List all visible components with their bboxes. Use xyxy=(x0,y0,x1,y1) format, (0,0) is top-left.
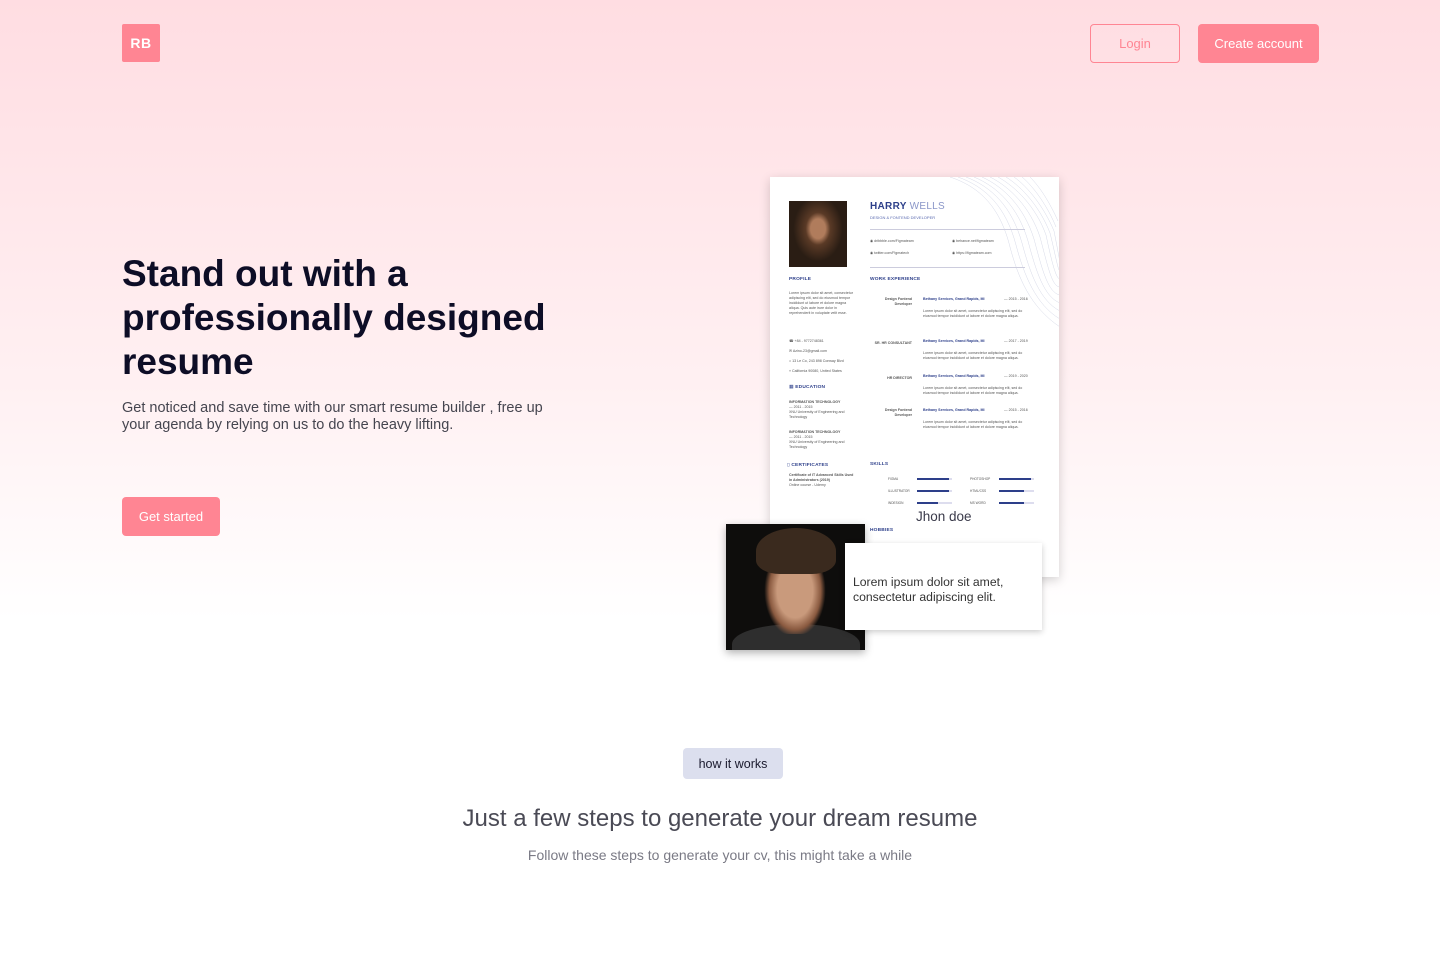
divider xyxy=(870,229,1025,230)
steps-title: Just a few steps to generate your dream … xyxy=(462,805,978,832)
skill-bar-fill xyxy=(999,490,1024,492)
skill-label: HTML/CSS xyxy=(970,489,987,493)
resume-photo xyxy=(789,201,847,267)
work-role: Design Fontend Developer xyxy=(884,297,912,306)
skills-heading: SKILLS xyxy=(870,462,889,467)
skill-label: INDESIGN xyxy=(888,501,904,505)
hero-subtitle: Get noticed and save time with our smart… xyxy=(122,400,543,433)
skill-bar-fill xyxy=(917,478,949,480)
email: ✉ Azino-23@gmail.com xyxy=(789,349,828,353)
work-text: Lorem ipsum dolor sit amet, consectetur … xyxy=(923,420,1023,429)
address-2: ⌖ California 90080, United States xyxy=(789,369,842,373)
profile-heading: PROFILE xyxy=(789,277,812,282)
work-text: Lorem ipsum dolor sit amet, consectetur … xyxy=(923,351,1023,360)
work-company: Bethany Services, Grand Rapids, MI xyxy=(923,374,985,378)
certificate-item: Certificate of IT Advanced Skills Used i… xyxy=(789,473,854,487)
create-account-button[interactable]: Create account xyxy=(1198,24,1319,63)
skill-bar-fill xyxy=(999,502,1024,504)
skill-bar xyxy=(999,490,1034,492)
skill-bar xyxy=(999,502,1034,504)
work-role: Design Fontend Developer xyxy=(884,408,912,417)
work-company: Bethany Services, Grand Rapids, MI xyxy=(923,408,985,412)
get-started-button[interactable]: Get started xyxy=(122,497,220,536)
resume-role: DESIGN & FONTEND DEVELOPER xyxy=(870,215,936,220)
login-button[interactable]: Login xyxy=(1090,24,1180,63)
contact-4: ◉ https://figmateam.com xyxy=(952,251,992,255)
education-item: INFORMATION TECHNOLOGY — 2011 - 2015 XNU U… xyxy=(789,430,845,449)
contact-1: ◉ dribbble.com/Figmateam xyxy=(870,239,914,243)
skill-bar-fill xyxy=(917,502,938,504)
work-text: Lorem ipsum dolor sit amet, consectetur … xyxy=(923,309,1023,318)
work-years: — 2015 - 2016 xyxy=(1004,297,1028,301)
skill-bar xyxy=(917,490,952,492)
skill-label: PHOTOSHOP xyxy=(970,477,991,481)
resume-preview: HARRY WELLS DESIGN & FONTEND DEVELOPER ◉… xyxy=(770,177,1059,577)
work-years: — 2017 - 2019 xyxy=(1004,339,1028,343)
work-role: HR DIRECTOR xyxy=(887,376,912,380)
steps-subtitle: Follow these steps to generate your cv, … xyxy=(527,847,913,863)
how-it-works-badge: how it works xyxy=(683,748,783,779)
education-heading: ▦ EDUCATION xyxy=(789,385,826,390)
profile-text: Lorem ipsum dolor sit amet, consectetur … xyxy=(789,291,853,315)
skill-bar xyxy=(999,478,1034,480)
work-heading: WORK EXPERIENCE xyxy=(870,277,921,282)
skill-label: MS WORD xyxy=(970,501,986,505)
work-years: — 2015 - 2016 xyxy=(1004,408,1028,412)
divider xyxy=(870,267,1025,268)
work-company: Bethany Services, Grand Rapids, MI xyxy=(923,297,985,301)
skill-bar-fill xyxy=(917,490,949,492)
hobbies-heading: HOBBIES xyxy=(870,528,894,533)
address-1: ⌂ 13 Le Co, 243 898 Conway Blvd xyxy=(789,359,844,363)
work-text: Lorem ipsum dolor sit amet, consectetur … xyxy=(923,386,1023,395)
resume-name: HARRY WELLS xyxy=(870,201,946,212)
phone: ☎ +84 - 9772748361 xyxy=(789,339,824,343)
hero-title: Stand out with a professionally designed… xyxy=(122,253,546,382)
skill-label: ILLUSTRATOR xyxy=(888,489,910,493)
skill-bar-fill xyxy=(999,478,1031,480)
skill-bar xyxy=(917,502,952,504)
certificates-heading: ▯ CERTIFICATES xyxy=(787,463,829,468)
contact-2: ◉ behance.net/figmateam xyxy=(952,239,994,243)
work-company: Bethany Services, Grand Rapids, MI xyxy=(923,339,985,343)
work-years: — 2019 - 2020 xyxy=(1004,374,1028,378)
work-role: SR. HR CONSULTANT xyxy=(874,341,912,345)
education-item: INFORMATION TECHNOLOGY — 2011 - 2015 XNU U… xyxy=(789,400,845,419)
skill-bar xyxy=(917,478,952,480)
skill-label: FIGMA xyxy=(888,477,899,481)
card-name: Jhon doe xyxy=(916,509,972,524)
logo[interactable]: RB xyxy=(122,24,160,62)
contact-3: ◉ twitter.com/Figmatech xyxy=(870,251,910,255)
quote-card: Lorem ipsum dolor sit amet, consectetur … xyxy=(845,543,1042,630)
